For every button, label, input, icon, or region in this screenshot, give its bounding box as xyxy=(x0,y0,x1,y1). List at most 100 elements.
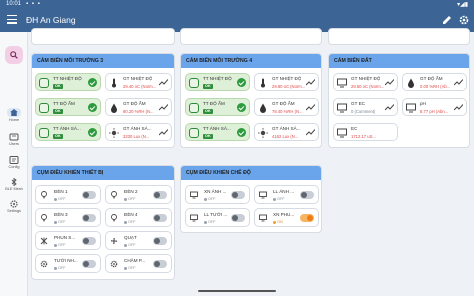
tile-value: 0.00 %RH (Ab... xyxy=(420,84,451,89)
tile-label: TT ĐỘ ẨM xyxy=(203,101,225,106)
rail-item-ble-mesh[interactable]: BLE Mesh xyxy=(0,178,28,191)
toggle-switch[interactable] xyxy=(82,191,96,199)
mode-tile-3[interactable]: LL TƯỚI ... OFF xyxy=(185,208,250,227)
status-time: 10:01 xyxy=(6,1,22,7)
value-tile-soil-temperature[interactable]: GT NHIỆT ĐỘ 29.50 oC (Norm... xyxy=(333,73,398,91)
trend-chart-icon[interactable] xyxy=(385,104,394,111)
toggle-switch[interactable] xyxy=(300,191,314,199)
device-tile-light-2[interactable]: ĐÈN 2 OFF xyxy=(105,185,172,204)
toggle-switch[interactable] xyxy=(82,237,96,245)
mode-tile-1[interactable]: XN ÁNH ... OFF xyxy=(185,185,250,204)
toggle-switch[interactable] xyxy=(153,237,167,245)
tile-label: LL TƯỚI ... xyxy=(204,211,228,217)
trend-chart-icon[interactable] xyxy=(159,104,168,111)
value-tile-humidity[interactable]: GT ĐỘ ẨM 78.40 %RH (N... xyxy=(254,98,319,116)
toggle-switch[interactable] xyxy=(300,214,314,222)
trend-chart-icon[interactable] xyxy=(306,129,315,136)
tile-label: GT ĐỘ ẨM xyxy=(272,101,295,106)
status-tile-humidity[interactable]: TT ĐỘ ẨM OK xyxy=(35,98,101,116)
tile-label: ĐÈN 2 xyxy=(124,188,138,194)
card-previous-right xyxy=(328,28,470,45)
device-tile-light-4[interactable]: ĐÈN 4 OFF xyxy=(105,208,172,227)
tile-label: GT NHIỆT ĐỘ xyxy=(123,76,153,81)
device-status: OFF xyxy=(54,243,66,247)
value-tile-temperature[interactable]: GT NHIỆT ĐỘ 29.40 oC (Norm... xyxy=(105,73,172,91)
device-status: OFF xyxy=(54,197,66,201)
edit-icon[interactable] xyxy=(442,15,452,25)
sprayer-icon xyxy=(40,237,48,245)
toggle-switch[interactable] xyxy=(153,214,167,222)
settings-icon[interactable] xyxy=(459,15,469,25)
device-status: OFF xyxy=(124,220,136,224)
status-tile-light[interactable]: TT ÁNH SÁ... OK xyxy=(35,123,101,141)
rail-item-users[interactable]: Users xyxy=(0,133,28,146)
monitor-icon xyxy=(189,78,199,88)
status-bar: 10:01 ▪ ▪ ▪ ▾◢▮ xyxy=(0,0,474,10)
gesture-handle[interactable] xyxy=(198,290,276,292)
monitor-icon xyxy=(259,214,267,222)
trend-chart-icon[interactable] xyxy=(385,79,394,86)
toggle-switch[interactable] xyxy=(82,214,96,222)
status-tile-humidity[interactable]: TT ĐỘ ẨM OK xyxy=(185,98,250,116)
trend-chart-icon[interactable] xyxy=(306,104,315,111)
tile-label: GT NHIỆT ĐỘ xyxy=(272,76,302,81)
device-tile-watering[interactable]: TƯỚI NH... OFF xyxy=(35,254,101,273)
device-status: OFF xyxy=(54,220,66,224)
tile-label: TT ÁNH SÁ... xyxy=(203,126,231,131)
mode-tile-4[interactable]: XN PHU... ON xyxy=(254,208,319,227)
tile-label: ĐÈN 1 xyxy=(54,188,68,194)
tile-label: GT ĐỘ ẨM xyxy=(123,101,146,106)
trend-chart-icon[interactable] xyxy=(454,104,463,111)
tile-label: GT NHIỆT ĐỘ xyxy=(351,76,381,81)
check-circle-icon xyxy=(237,103,246,112)
menu-icon[interactable] xyxy=(7,15,17,25)
value-tile-soil-humidity[interactable]: GT ĐỘ ẨM 0.00 %RH (Ab... xyxy=(402,73,467,91)
search-button[interactable] xyxy=(5,46,23,64)
toggle-switch[interactable] xyxy=(153,260,167,268)
card-device-control: CỤM ĐIỀU KHIỂN THIẾT BỊ ĐÈN 1 OFF ĐÈN 2 … xyxy=(31,165,175,280)
toggle-switch[interactable] xyxy=(231,214,245,222)
device-tile-fan[interactable]: QUẠT OFF xyxy=(105,231,172,250)
device-tile-care[interactable]: CHĂM P... OFF xyxy=(105,254,172,273)
notification-icons: ▪ ▪ ▪ xyxy=(26,1,41,7)
card-title: CẢM BIẾN ĐẤT xyxy=(329,54,469,68)
value-tile-temperature[interactable]: GT NHIỆT ĐỘ 29.80 oC (Norm... xyxy=(254,73,319,91)
lightbulb-icon xyxy=(41,191,47,199)
value-tile-light[interactable]: GT ÁNH SÁ... 3230 Lux (N... xyxy=(105,123,172,141)
app-title: ĐH An Giang xyxy=(26,15,76,25)
check-circle-icon xyxy=(88,78,97,87)
toggle-switch[interactable] xyxy=(231,191,245,199)
value-tile-soil-ec-2[interactable]: EC 1712.17 uS... xyxy=(333,123,398,141)
value-tile-light[interactable]: GT ÁNH SÁ... 4162 Lux (N... xyxy=(254,123,319,141)
status-tile-light[interactable]: TT ÁNH SÁ... OK xyxy=(185,123,250,141)
card-title: CỤM ĐIỀU KHIỂN CHẾ ĐỘ xyxy=(181,166,321,180)
gear-icon xyxy=(40,260,48,268)
rail-label-home: Home xyxy=(8,118,20,122)
status-badge: OK xyxy=(203,109,213,114)
mode-status: ON xyxy=(273,220,283,224)
lightbulb-icon xyxy=(111,214,117,222)
toggle-switch[interactable] xyxy=(82,260,96,268)
value-tile-soil-ec[interactable]: GT EC 0 (Comment) xyxy=(333,98,398,116)
tile-label: ĐÈN 4 xyxy=(124,211,138,217)
rail-item-settings[interactable]: Settings xyxy=(0,200,28,213)
trend-chart-icon[interactable] xyxy=(306,79,315,86)
status-right-icons: ▾◢▮ xyxy=(457,2,468,8)
trend-chart-icon[interactable] xyxy=(159,129,168,136)
toggle-switch[interactable] xyxy=(153,191,167,199)
device-tile-sprayer[interactable]: PHUN S... OFF xyxy=(35,231,101,250)
tile-label: TT ÁNH SÁ... xyxy=(53,126,81,131)
device-tile-light-1[interactable]: ĐÈN 1 OFF xyxy=(35,185,101,204)
trend-chart-icon[interactable] xyxy=(454,79,463,86)
device-tile-light-3[interactable]: ĐÈN 3 OFF xyxy=(35,208,101,227)
mode-tile-2[interactable]: LL ÁNH ... OFF xyxy=(254,185,319,204)
mode-status: OFF xyxy=(204,197,216,201)
rail-item-home[interactable]: Home xyxy=(0,108,28,122)
value-tile-humidity[interactable]: GT ĐỘ ẨM 80.20 %RH (N... xyxy=(105,98,172,116)
status-tile-temperature[interactable]: TT NHIỆT ĐỘ OK xyxy=(35,73,101,91)
rail-item-config[interactable]: Config xyxy=(0,156,28,169)
tile-label: TT NHIỆT ĐỘ xyxy=(53,76,82,81)
trend-chart-icon[interactable] xyxy=(159,79,168,86)
status-tile-temperature[interactable]: TT NHIỆT ĐỘ OK xyxy=(185,73,250,91)
value-tile-soil-ph[interactable]: pH 8.77 pH (Abn... xyxy=(402,98,467,116)
